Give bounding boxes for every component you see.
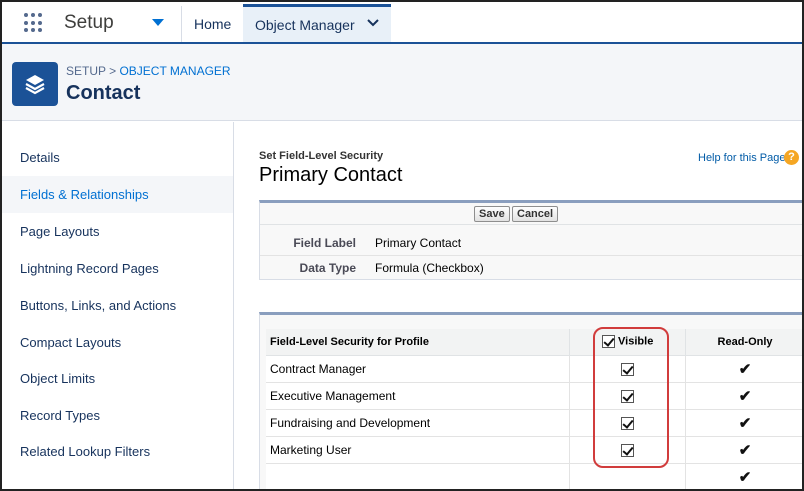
table-row: ✔ — [266, 463, 802, 489]
visible-checkbox[interactable] — [621, 362, 635, 376]
field-level-security-table: Field-Level Security for Profile Visible… — [266, 329, 802, 489]
screen-frame: Setup Home Object Manager SETUP > OBJECT… — [0, 0, 804, 491]
field-label-value: Primary Contact — [375, 236, 462, 250]
sidebar-item-buttons-links-actions[interactable]: Buttons, Links, and Actions — [2, 287, 233, 324]
layers-icon — [12, 62, 58, 106]
checkmark-icon: ✔ — [738, 360, 752, 378]
breadcrumb: SETUP > OBJECT MANAGER — [66, 64, 231, 78]
visible-cell — [569, 355, 687, 383]
main-content: Set Field-Level Security Primary Contact… — [235, 122, 802, 489]
help-link[interactable]: Help for this Page — [698, 152, 785, 164]
profile-name: Executive Management — [266, 382, 571, 410]
sidebar-item-object-limits[interactable]: Object Limits — [2, 360, 233, 397]
chevron-down-icon[interactable] — [366, 16, 380, 33]
app-name: Setup — [64, 12, 114, 33]
field-title: Primary Contact — [259, 164, 403, 186]
data-type-value: Formula (Checkbox) — [375, 261, 484, 275]
field-detail-panel: Save Cancel Field Label Primary Contact … — [259, 200, 802, 280]
nav-tab-object-manager[interactable]: Object Manager — [243, 4, 391, 42]
field-level-security-panel: Field-Level Security for Profile Visible… — [259, 312, 802, 489]
app-menu-caret-icon[interactable] — [152, 19, 164, 26]
breadcrumb-object-manager-link[interactable]: OBJECT MANAGER — [119, 64, 230, 78]
sidebar-item-related-lookup-filters[interactable]: Related Lookup Filters — [2, 433, 233, 470]
profile-name-partial — [266, 463, 571, 489]
nav-tab-object-manager-label: Object Manager — [255, 17, 355, 33]
save-button[interactable]: Save — [474, 206, 510, 222]
table-row: Executive Management ✔ — [266, 382, 802, 410]
table-row: Fundraising and Development ✔ — [266, 409, 802, 437]
read-only-cell: ✔ — [685, 409, 802, 437]
sidebar-item-details[interactable]: Details — [2, 139, 233, 176]
button-row: Save Cancel — [260, 203, 802, 225]
visible-cell — [569, 382, 687, 410]
profile-name: Marketing User — [266, 436, 571, 464]
table-row: Contract Manager ✔ — [266, 355, 802, 383]
cancel-button[interactable]: Cancel — [512, 206, 559, 222]
column-header-visible: Visible — [569, 329, 687, 356]
checkmark-icon: ✔ — [738, 414, 752, 432]
nav-divider — [181, 6, 182, 42]
page-subtitle: Set Field-Level Security — [259, 150, 384, 162]
sidebar-item-fields-relationships[interactable]: Fields & Relationships — [2, 176, 233, 213]
visible-checkbox[interactable] — [621, 416, 635, 430]
read-only-cell: ✔ — [685, 463, 802, 489]
field-label-label: Field Label — [293, 236, 356, 250]
table-row: Marketing User ✔ — [266, 436, 802, 464]
column-header-read-only: Read-Only — [685, 329, 802, 356]
sidebar-item-compact-layouts[interactable]: Compact Layouts — [2, 324, 233, 361]
column-header-profile: Field-Level Security for Profile — [266, 329, 571, 356]
app-launcher-icon[interactable] — [24, 13, 44, 33]
sidebar-item-lightning-record-pages[interactable]: Lightning Record Pages — [2, 250, 233, 287]
visible-cell — [569, 463, 687, 489]
column-header-visible-label: Visible — [618, 335, 654, 348]
read-only-cell: ✔ — [685, 382, 802, 410]
global-nav: Setup Home Object Manager — [2, 2, 802, 44]
checkmark-icon: ✔ — [738, 441, 752, 459]
read-only-cell: ✔ — [685, 436, 802, 464]
data-type-label: Data Type — [299, 261, 356, 275]
breadcrumb-setup: SETUP > — [66, 64, 120, 78]
sidebar-item-record-types[interactable]: Record Types — [2, 397, 233, 434]
page-title: Contact — [66, 82, 141, 104]
visible-cell — [569, 436, 687, 464]
object-header: SETUP > OBJECT MANAGER Contact — [2, 44, 802, 121]
visible-select-all-checkbox[interactable] — [601, 335, 615, 349]
sidebar-item-page-layouts[interactable]: Page Layouts — [2, 213, 233, 250]
profile-name: Contract Manager — [266, 355, 571, 383]
checkmark-icon: ✔ — [738, 387, 752, 405]
visible-cell — [569, 409, 687, 437]
sidebar: Details Fields & Relationships Page Layo… — [2, 122, 234, 489]
read-only-cell: ✔ — [685, 355, 802, 383]
help-icon[interactable]: ? — [784, 150, 799, 165]
checkmark-icon: ✔ — [738, 468, 752, 486]
profile-name: Fundraising and Development — [266, 409, 571, 437]
visible-checkbox[interactable] — [621, 443, 635, 457]
detail-divider — [260, 255, 802, 256]
table-header-row: Field-Level Security for Profile Visible… — [266, 329, 802, 356]
nav-tab-home[interactable]: Home — [194, 16, 231, 32]
visible-checkbox[interactable] — [621, 389, 635, 403]
